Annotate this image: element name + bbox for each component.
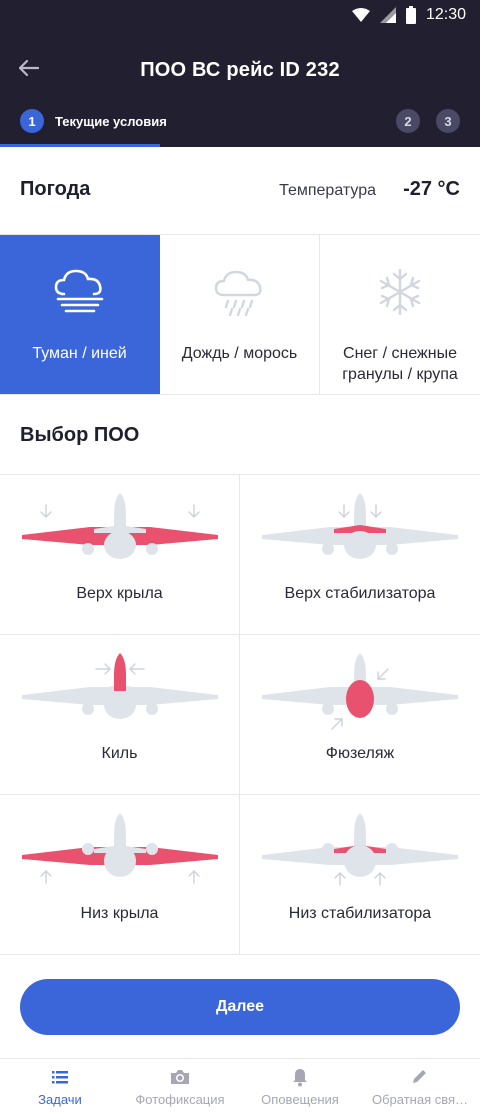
fog-icon [52, 267, 108, 317]
plane-stabilizer-bottom-icon [260, 811, 460, 897]
poo-header: Выбор ПОО [0, 395, 480, 475]
status-icons: 12:30 [351, 6, 466, 24]
weather-options: Туман / иней Дождь / морось Снег / снежн… [0, 235, 480, 395]
weather-option-label: Снег / снежные гранулы / крупа [342, 345, 458, 383]
poo-option-fin[interactable]: Киль [0, 635, 240, 795]
nav-item-tasks[interactable]: Задачи [0, 1059, 120, 1114]
poo-option-wing-top[interactable]: Верх крыла [0, 475, 240, 635]
step-number: 3 [436, 109, 460, 133]
poo-title: Выбор ПОО [20, 424, 140, 446]
poo-option-label: Фюзеляж [325, 745, 395, 762]
page-title: ПОО ВС рейс ID 232 [140, 59, 340, 81]
camera-icon [169, 1067, 191, 1087]
weather-option-rain[interactable]: Дождь / морось [160, 235, 320, 394]
status-time: 12:30 [425, 6, 466, 23]
poo-option-label: Верх стабилизатора [284, 585, 436, 602]
temperature-label: Температура [279, 182, 376, 199]
battery-icon [405, 6, 416, 24]
step-number: 2 [396, 109, 420, 133]
plane-stabilizer-top-icon [260, 491, 460, 577]
poo-option-fuselage[interactable]: Фюзеляж [240, 635, 480, 795]
snowflake-icon [372, 267, 428, 317]
temperature-value: -27 °C [403, 178, 460, 200]
list-icon [49, 1067, 71, 1087]
plane-fin-icon [20, 651, 220, 737]
bottom-nav: Задачи Фотофиксация Оповещения Обратная … [0, 1058, 480, 1114]
step-number: 1 [20, 109, 44, 133]
stepper: 1 Текущие условия 2 3 [0, 106, 480, 147]
weather-option-fog[interactable]: Туман / иней [0, 235, 160, 394]
nav-label: Задачи [38, 1092, 82, 1107]
poo-options: Верх крыла Верх стабилизатора Киль Фюзел… [0, 475, 480, 955]
step-3[interactable]: 3 [436, 109, 460, 133]
plane-fuselage-icon [260, 651, 460, 737]
rain-icon [212, 267, 268, 317]
plane-wing-top-icon [20, 491, 220, 577]
weather-title: Погода [20, 178, 91, 200]
status-bar: 12:30 [0, 0, 480, 34]
weather-option-snow[interactable]: Снег / снежные гранулы / крупа [320, 235, 480, 394]
poo-option-label: Верх крыла [76, 585, 163, 602]
poo-option-label: Низ стабилизатора [288, 905, 432, 922]
plane-wing-bottom-icon [20, 811, 220, 897]
app-bar: ПОО ВС рейс ID 232 [0, 34, 480, 106]
nav-item-feedback[interactable]: Обратная свя… [360, 1059, 480, 1114]
weather-header: Погода Температура -27 °C [0, 147, 480, 235]
signal-icon [379, 7, 396, 23]
weather-option-label: Дождь / морось [181, 345, 298, 362]
nav-label: Оповещения [261, 1092, 339, 1107]
next-button[interactable]: Далее [20, 979, 460, 1035]
weather-option-label: Туман / иней [32, 345, 127, 362]
nav-label: Обратная свя… [371, 1092, 469, 1107]
nav-item-photo[interactable]: Фотофиксация [120, 1059, 240, 1114]
bell-icon [289, 1067, 311, 1087]
nav-item-notifications[interactable]: Оповещения [240, 1059, 360, 1114]
poo-option-wing-bottom[interactable]: Низ крыла [0, 795, 240, 955]
nav-label: Фотофиксация [135, 1092, 225, 1107]
step-2[interactable]: 2 [396, 109, 420, 133]
pencil-icon [409, 1067, 431, 1087]
poo-option-label: Низ крыла [80, 905, 159, 922]
poo-option-stabilizer-top[interactable]: Верх стабилизатора [240, 475, 480, 635]
step-1[interactable]: 1 Текущие условия [20, 109, 167, 133]
poo-option-label: Киль [101, 745, 138, 762]
step-label: Текущие условия [55, 113, 167, 129]
poo-option-stabilizer-bottom[interactable]: Низ стабилизатора [240, 795, 480, 955]
wifi-icon [351, 8, 370, 22]
